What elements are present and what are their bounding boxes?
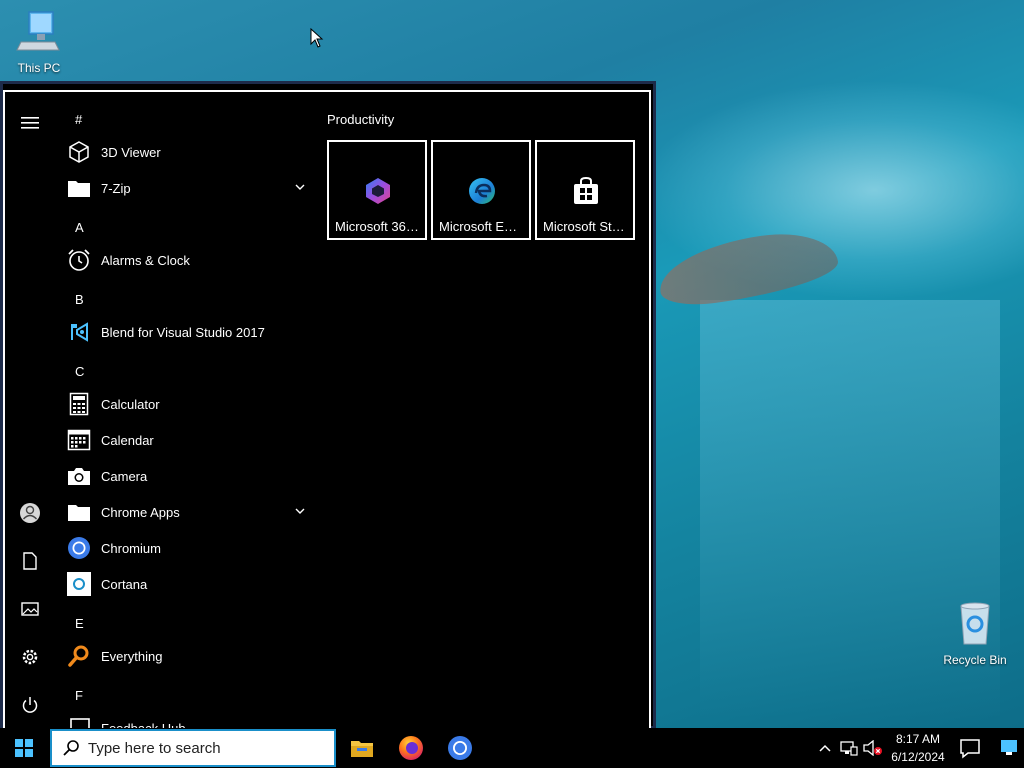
app-calculator[interactable]: Calculator — [67, 388, 307, 420]
app-label: Everything — [101, 648, 163, 664]
app-label: Blend for Visual Studio 2017 — [101, 324, 265, 340]
tile-group-title[interactable]: Productivity — [327, 112, 394, 127]
chromium-icon — [448, 736, 472, 760]
app-label: 7-Zip — [101, 180, 131, 196]
app-label: Cortana — [101, 576, 148, 592]
start-menu: # 3D Viewer 7-Zip A Alarms & Clock B Ble… — [0, 81, 656, 732]
app-chromium[interactable]: Chromium — [67, 532, 307, 564]
mouse-cursor-icon — [310, 28, 324, 48]
documents-icon[interactable] — [19, 550, 41, 572]
app-label: Camera — [101, 468, 148, 484]
user-icon[interactable] — [19, 502, 41, 524]
desktop-icon-recycle-bin[interactable]: Recycle Bin — [940, 600, 1010, 667]
taskbar-chromium[interactable] — [444, 732, 476, 764]
taskbar-file-explorer[interactable] — [346, 732, 378, 764]
alarm-clock-icon — [67, 248, 91, 272]
tile-label: Microsoft Store — [543, 219, 631, 234]
desktop-icon-label: Recycle Bin — [943, 653, 1007, 667]
chevron-down-icon — [295, 184, 305, 190]
edge-icon — [469, 178, 495, 204]
tile-microsoft-edge[interactable]: Microsoft Edge — [431, 140, 531, 240]
volume-muted-icon — [863, 740, 882, 756]
chromium-icon — [67, 536, 91, 560]
tile-label: Microsoft Edge — [439, 219, 526, 234]
tile-label: Microsoft 365... — [335, 219, 424, 234]
app-everything[interactable]: Everything — [67, 640, 307, 672]
calendar-icon — [67, 428, 91, 452]
cube-icon — [67, 140, 91, 164]
letter-header[interactable]: # — [75, 112, 82, 127]
pictures-icon[interactable] — [19, 598, 41, 620]
store-icon — [574, 176, 598, 204]
app-label: Calendar — [101, 432, 154, 448]
cortana-icon — [67, 572, 91, 596]
recycle-bin-icon — [960, 602, 990, 645]
letter-header[interactable]: F — [75, 688, 83, 703]
app-3d-viewer[interactable]: 3D Viewer — [67, 136, 307, 168]
network-icon — [840, 741, 858, 756]
taskbar-clock[interactable]: 8:17 AM 6/12/2024 — [888, 730, 948, 766]
desktop-icon-this-pc[interactable]: This PC — [4, 8, 74, 75]
app-folder-chrome-apps[interactable]: Chrome Apps — [67, 496, 307, 528]
app-label: Alarms & Clock — [101, 252, 190, 268]
firefox-icon — [399, 736, 423, 760]
app-alarms-clock[interactable]: Alarms & Clock — [67, 244, 307, 276]
folder-icon — [67, 176, 91, 200]
start-menu-panel: # 3D Viewer 7-Zip A Alarms & Clock B Ble… — [3, 90, 651, 732]
blend-icon — [67, 320, 91, 344]
app-label: Calculator — [101, 396, 160, 412]
letter-header[interactable]: A — [75, 220, 84, 235]
power-icon[interactable] — [19, 694, 41, 716]
app-camera[interactable]: Camera — [67, 460, 307, 492]
taskbar-search-box[interactable] — [50, 729, 336, 767]
app-calendar[interactable]: Calendar — [67, 424, 307, 456]
search-icon — [63, 740, 79, 756]
app-list: # 3D Viewer 7-Zip A Alarms & Clock B Ble… — [55, 92, 315, 730]
folder-icon — [67, 500, 91, 524]
app-blend[interactable]: Blend for Visual Studio 2017 — [67, 316, 307, 348]
app-label: 3D Viewer — [101, 144, 161, 160]
clock-date: 6/12/2024 — [891, 750, 945, 764]
tile-microsoft-365[interactable]: Microsoft 365... — [327, 140, 427, 240]
hamburger-icon[interactable] — [19, 112, 41, 134]
app-folder-7zip[interactable]: 7-Zip — [67, 172, 307, 204]
clock-time: 8:17 AM — [895, 732, 941, 746]
chevron-up-icon — [819, 744, 831, 752]
letter-header[interactable]: C — [75, 364, 84, 379]
settings-icon[interactable] — [19, 646, 41, 668]
app-label: Chromium — [101, 540, 161, 556]
tray-overflow-chevron[interactable] — [814, 728, 836, 768]
start-menu-rail — [5, 92, 55, 730]
app-cortana[interactable]: Cortana — [67, 568, 307, 600]
letter-header[interactable]: B — [75, 292, 84, 307]
file-explorer-icon — [351, 741, 373, 757]
microsoft-365-icon — [366, 178, 390, 204]
action-center-icon[interactable] — [958, 736, 982, 760]
windows-logo-icon — [15, 739, 33, 757]
tile-microsoft-store[interactable]: Microsoft Store — [535, 140, 635, 240]
chevron-down-icon — [295, 508, 305, 514]
app-label: Chrome Apps — [101, 504, 180, 520]
calculator-icon — [67, 392, 91, 416]
computer-icon — [16, 11, 60, 51]
tray-network[interactable] — [838, 728, 860, 768]
search-magnifier-icon — [67, 644, 91, 668]
start-button[interactable] — [0, 728, 48, 768]
letter-header[interactable]: E — [75, 616, 84, 631]
search-input[interactable] — [88, 739, 318, 757]
show-desktop-icon[interactable] — [1000, 738, 1018, 756]
taskbar: 8:17 AM 6/12/2024 — [0, 728, 1024, 768]
desktop-icon-label: This PC — [17, 61, 61, 75]
taskbar-firefox[interactable] — [395, 732, 427, 764]
camera-icon — [67, 464, 91, 488]
tray-volume-muted[interactable] — [862, 728, 884, 768]
